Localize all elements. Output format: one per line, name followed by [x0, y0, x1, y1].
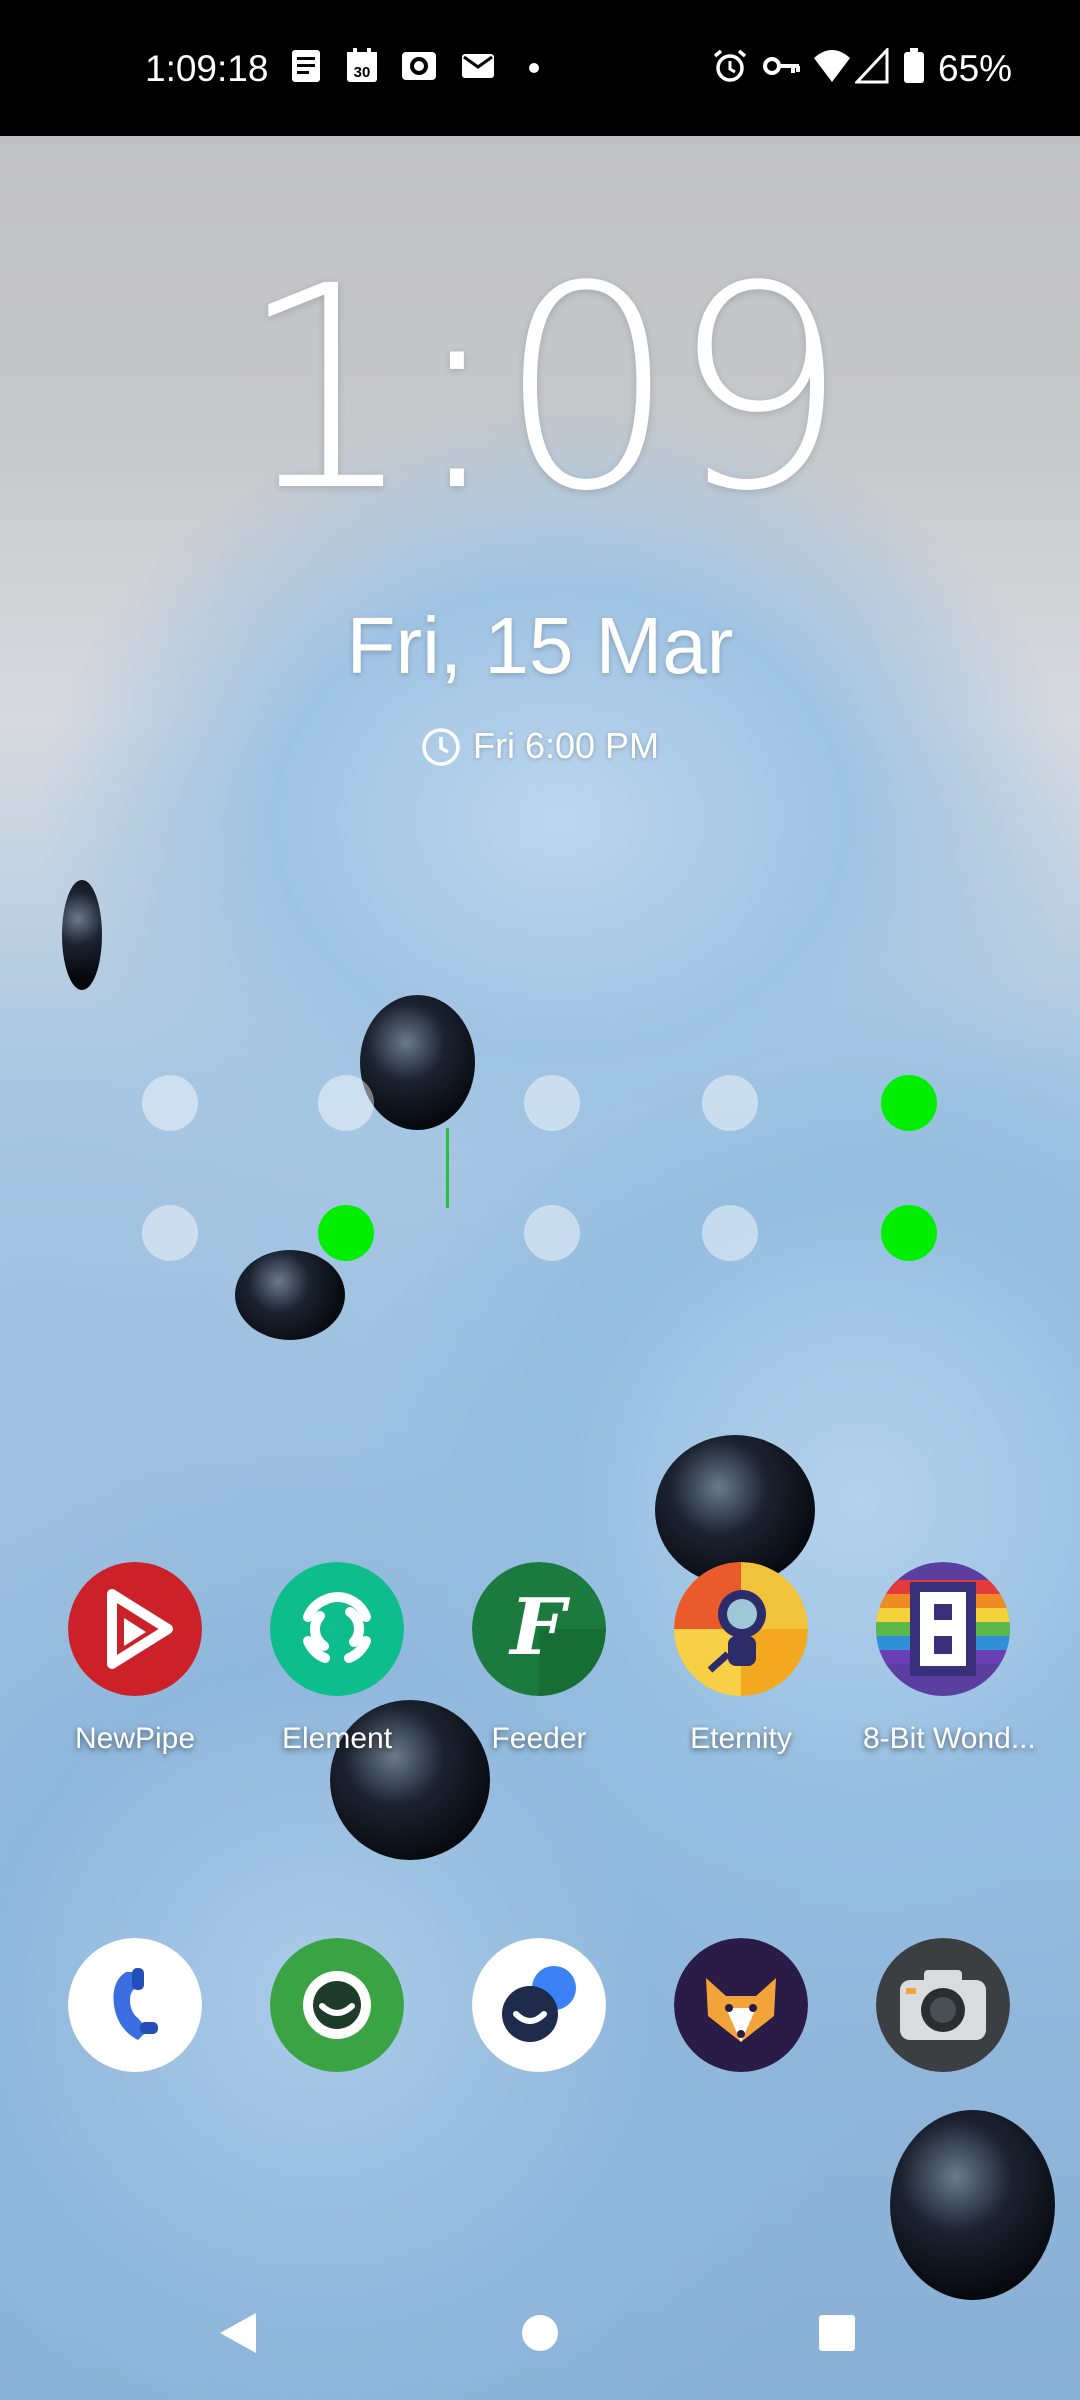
- app-phone[interactable]: [55, 1938, 215, 2072]
- app-label: Eternity: [690, 1722, 792, 1755]
- plush-eye: [62, 880, 102, 990]
- app-camera[interactable]: [863, 1938, 1023, 2072]
- app-eternity[interactable]: Eternity: [661, 1562, 821, 1756]
- phone-icon: [68, 1938, 202, 2072]
- fox-icon: [674, 1938, 808, 2072]
- element-icon: [270, 1562, 404, 1696]
- screen-record-icon: [402, 52, 436, 80]
- pattern-dot-active[interactable]: [318, 1205, 374, 1261]
- calendar-day: 30: [354, 64, 371, 81]
- next-alarm-text: Fri 6:00 PM: [472, 725, 660, 766]
- lockscreen-date: Fri, 15 Mar: [346, 601, 734, 690]
- pattern-dot[interactable]: [318, 1075, 374, 1131]
- app-feeder[interactable]: F Feeder: [459, 1562, 619, 1756]
- alarm-icon: [713, 49, 747, 82]
- calendar-icon: 30: [347, 48, 377, 82]
- camera-icon: [876, 1938, 1010, 2072]
- pattern-dot-active[interactable]: [881, 1075, 937, 1131]
- pattern-dot[interactable]: [702, 1075, 758, 1131]
- app-newpipe[interactable]: NewPipe: [55, 1562, 215, 1756]
- back-button[interactable]: [218, 2311, 258, 2355]
- pattern-line: [446, 1128, 449, 1208]
- pattern-dot[interactable]: [702, 1205, 758, 1261]
- app-fox[interactable]: [661, 1938, 821, 2072]
- messaging-icon: [270, 1938, 404, 2072]
- pattern-dot[interactable]: [524, 1205, 580, 1261]
- app-label: Element: [281, 1722, 393, 1755]
- dot-icon: [529, 63, 539, 73]
- app-element[interactable]: Element: [257, 1562, 417, 1756]
- battery-percent: 65%: [938, 48, 1013, 89]
- alarm-icon: [422, 728, 460, 766]
- notes-icon: [292, 50, 320, 82]
- app-label: NewPipe: [74, 1722, 196, 1755]
- pattern-dot[interactable]: [142, 1075, 198, 1131]
- 8bit-wonders-icon: [876, 1562, 1010, 1696]
- pattern-dot[interactable]: [524, 1075, 580, 1131]
- status-bar: 1:09:18 30 65%: [0, 0, 1080, 136]
- lockscreen-clock: 1:09: [237, 227, 849, 553]
- navigation-bar: [0, 2280, 1080, 2400]
- app-label: 8-Bit Wond...: [863, 1722, 1036, 1755]
- mail-icon: [462, 54, 494, 78]
- plush-eye: [360, 995, 475, 1130]
- svg-text:F: F: [508, 1582, 570, 1673]
- status-time: 1:09:18: [145, 48, 269, 89]
- recents-button[interactable]: [817, 2313, 857, 2353]
- app-label: Feeder: [491, 1722, 587, 1755]
- pattern-dot-active[interactable]: [881, 1205, 937, 1261]
- vpn-key-icon: [763, 57, 800, 75]
- chat-icon: [472, 1938, 606, 2072]
- pattern-dot[interactable]: [142, 1205, 198, 1261]
- app-messaging[interactable]: [257, 1938, 417, 2072]
- newpipe-icon: [68, 1562, 202, 1696]
- next-alarm[interactable]: Fri 6:00 PM: [0, 725, 1080, 767]
- eternity-icon: [674, 1562, 808, 1696]
- plush-eye: [235, 1250, 345, 1340]
- plush-eye: [890, 2110, 1055, 2300]
- feeder-icon: F: [472, 1562, 606, 1696]
- battery-icon: [904, 48, 924, 83]
- home-button[interactable]: [520, 2313, 560, 2353]
- app-8bit-wonders[interactable]: 8-Bit Wond...: [863, 1562, 1036, 1756]
- cell-signal-icon: [855, 48, 889, 84]
- wifi-icon: [814, 50, 850, 82]
- app-chat[interactable]: [459, 1938, 619, 2072]
